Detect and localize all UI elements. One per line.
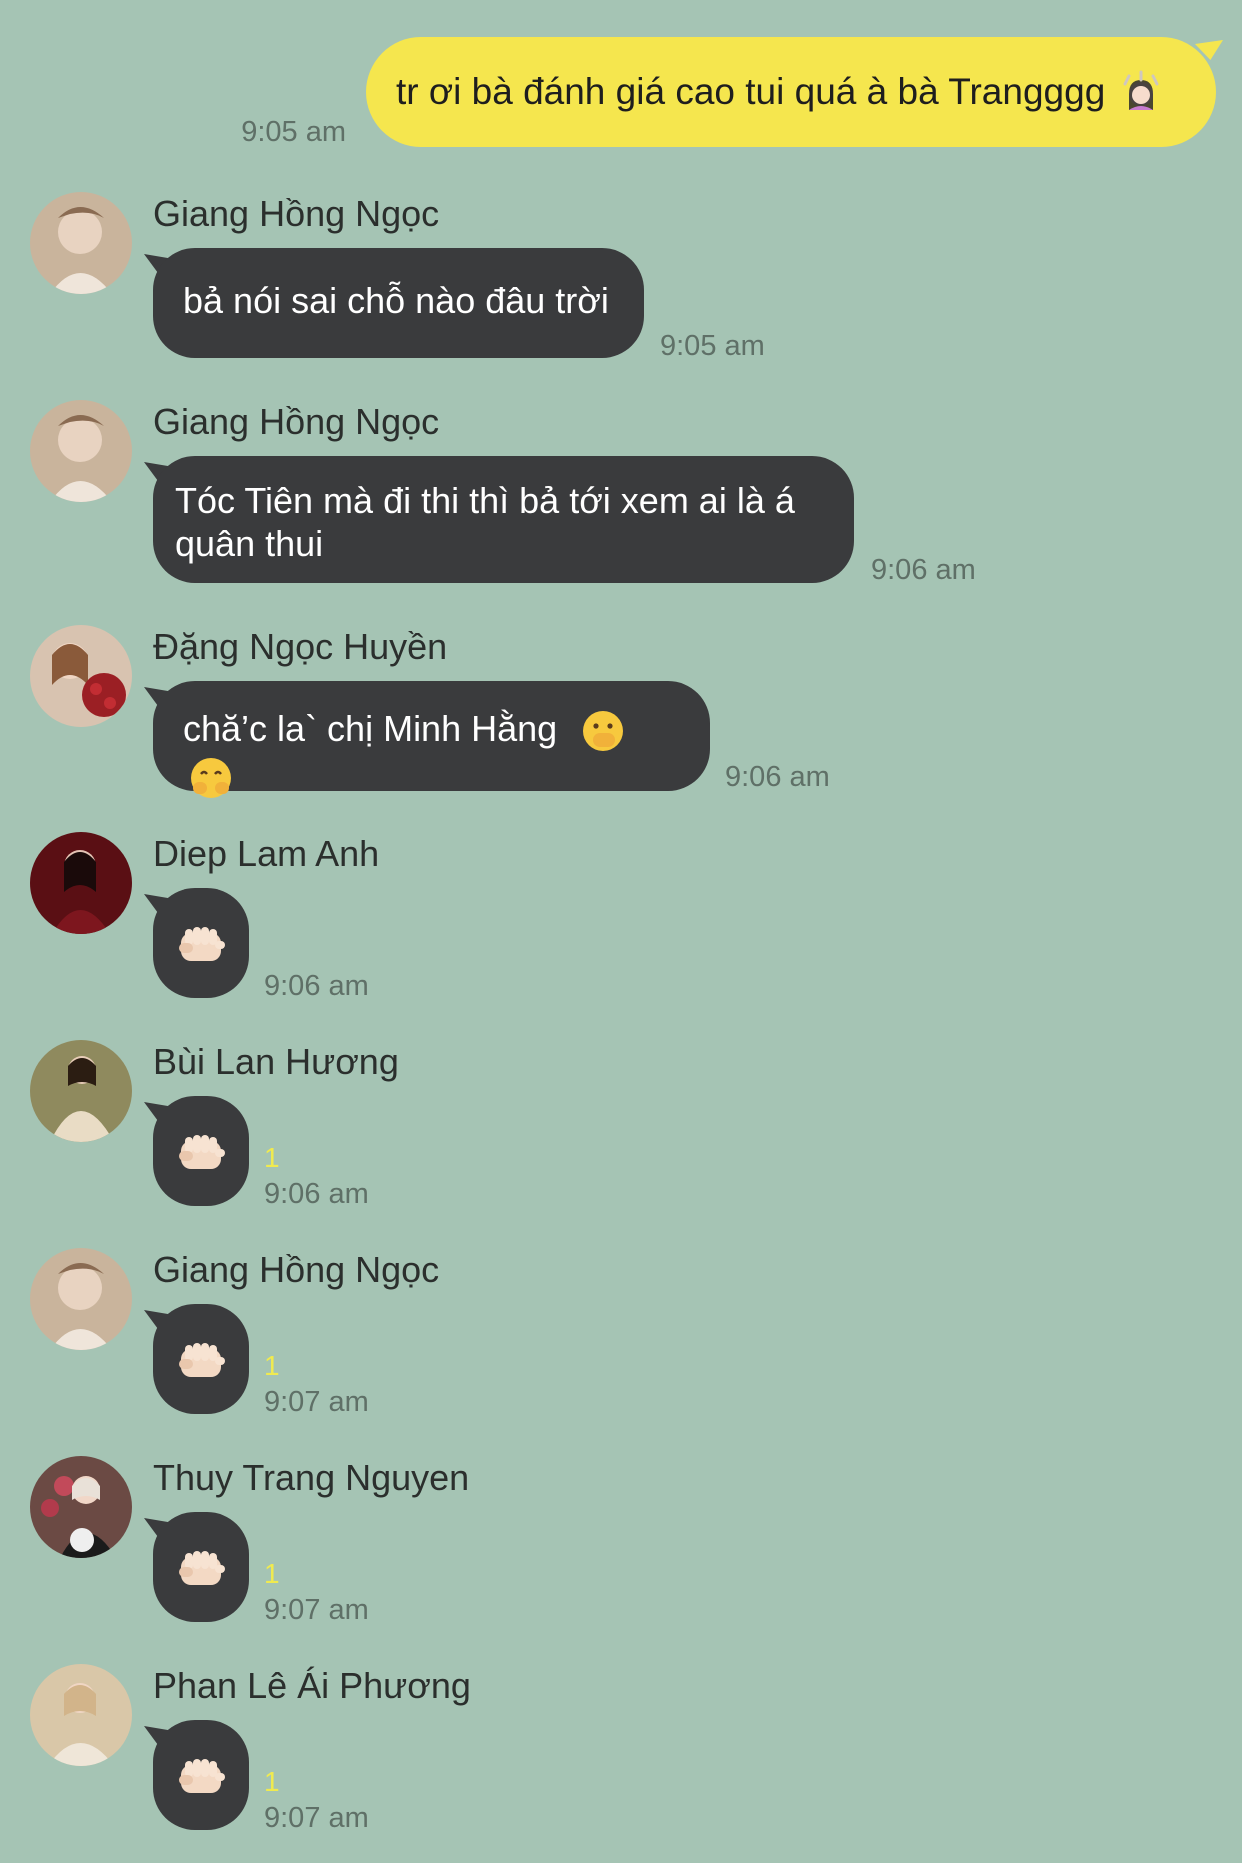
avatar[interactable] xyxy=(30,1456,132,1558)
message-bubble[interactable]: bả nói sai chỗ nào đâu trời xyxy=(153,248,644,358)
message-time: 9:06 am xyxy=(725,761,830,793)
message-text: Tóc Tiên mà đi thi thì bả tới xem ai là … xyxy=(175,480,795,564)
avatar[interactable] xyxy=(30,1040,132,1142)
message-time: 9:07 am xyxy=(264,1594,369,1626)
woman-gesturing-ok-icon xyxy=(1123,70,1159,110)
pointing-hand-icon xyxy=(179,1551,225,1585)
sender-name: Giang Hồng Ngọc xyxy=(153,1249,440,1290)
sender-name: Phan Lê Ái Phương xyxy=(153,1665,471,1706)
message-time: 9:07 am xyxy=(264,1802,369,1834)
sender-name: Giang Hồng Ngọc xyxy=(153,401,440,442)
sticker-bubble[interactable] xyxy=(153,888,249,998)
sender-name: Thuy Trang Nguyen xyxy=(153,1457,470,1498)
message-time: 9:05 am xyxy=(660,330,765,362)
message-text: chă’c la` chị Minh Hằng xyxy=(183,708,558,749)
message-text: bả nói sai chỗ nào đâu trời xyxy=(183,280,609,321)
pointing-hand-icon xyxy=(179,1135,225,1169)
outgoing-bubble[interactable]: tr ơi bà đánh giá cao tui quá à bà Trang… xyxy=(366,37,1216,147)
sender-name: Giang Hồng Ngọc xyxy=(153,193,440,234)
sender-name: Diep Lam Anh xyxy=(153,833,380,874)
avatar[interactable] xyxy=(30,400,132,502)
pointing-hand-icon xyxy=(179,1343,225,1377)
read-count: 1 xyxy=(264,1350,280,1381)
avatar[interactable] xyxy=(30,1248,132,1350)
sticker-bubble[interactable] xyxy=(153,1720,249,1830)
outgoing-message: tr ơi bà đánh giá cao tui quá à bà Trang… xyxy=(0,0,1242,160)
read-count: 1 xyxy=(264,1558,280,1589)
pointing-hand-icon xyxy=(179,927,225,961)
face-with-hand-over-mouth-icon xyxy=(583,711,624,752)
message-time: 9:06 am xyxy=(871,554,976,586)
pointing-hand-icon xyxy=(179,1759,225,1793)
avatar[interactable] xyxy=(30,1664,132,1766)
sticker-bubble[interactable] xyxy=(153,1304,249,1414)
read-count: 1 xyxy=(264,1142,280,1173)
message-bubble[interactable]: chă’c la` chị Minh Hằng xyxy=(153,681,710,798)
sender-name: Đặng Ngọc Huyền xyxy=(153,626,448,667)
message-time: 9:07 am xyxy=(264,1386,369,1418)
avatar[interactable] xyxy=(30,832,132,934)
hugging-face-icon xyxy=(191,757,231,798)
sticker-bubble[interactable] xyxy=(153,1512,249,1622)
message-bubble[interactable]: Tóc Tiên mà đi thi thì bả tới xem ai là … xyxy=(153,456,854,583)
read-count: 1 xyxy=(264,1766,280,1797)
outgoing-time: 9:05 am xyxy=(241,116,346,148)
avatar[interactable] xyxy=(30,625,132,727)
message-time: 9:06 am xyxy=(264,970,369,1002)
avatar[interactable] xyxy=(30,192,132,294)
outgoing-text: tr ơi bà đánh giá cao tui quá à bà Trang… xyxy=(396,71,1106,112)
message-time: 9:06 am xyxy=(264,1178,369,1210)
chat-thread[interactable]: tr ơi bà đánh giá cao tui quá à bà Trang… xyxy=(0,0,1242,1863)
sticker-bubble[interactable] xyxy=(153,1096,249,1206)
sender-name: Bùi Lan Hương xyxy=(153,1041,399,1082)
